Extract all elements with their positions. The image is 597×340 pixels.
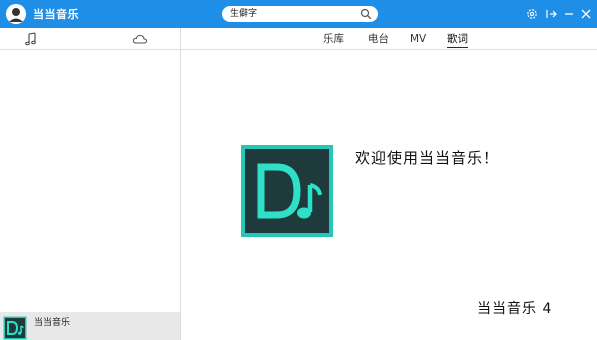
search-input[interactable]: 生僻字 xyxy=(230,7,257,21)
version-text: 当当音乐 4 xyxy=(477,301,553,317)
tab-mv[interactable]: MV xyxy=(410,32,426,46)
now-playing-bar[interactable]: 当当音乐 xyxy=(0,312,180,340)
app-title: 当当音乐 xyxy=(33,8,79,21)
user-avatar[interactable] xyxy=(6,4,26,24)
tab-radio[interactable]: 电台 xyxy=(368,32,389,46)
main-panel: 欢迎使用当当音乐！ 当当音乐 4 xyxy=(181,50,597,340)
sidebar xyxy=(0,50,180,340)
mini-mode-icon[interactable] xyxy=(544,7,558,21)
settings-icon[interactable] xyxy=(525,7,539,21)
minimize-icon[interactable] xyxy=(562,7,576,21)
now-playing-title: 当当音乐 xyxy=(34,318,71,328)
close-icon[interactable] xyxy=(579,7,593,21)
welcome-text: 欢迎使用当当音乐！ xyxy=(355,149,500,167)
cloud-icon[interactable] xyxy=(132,32,148,46)
now-playing-logo-icon xyxy=(3,316,27,340)
search-box[interactable]: 生僻字 xyxy=(222,6,378,22)
tab-library[interactable]: 乐库 xyxy=(323,32,344,46)
title-bar: 当当音乐 生僻字 xyxy=(0,0,597,28)
tab-bar: 乐库 电台 MV 歌词 xyxy=(0,28,597,50)
dangdang-music-logo-icon xyxy=(241,145,333,237)
tab-lyrics[interactable]: 歌词 xyxy=(447,32,468,48)
music-note-icon[interactable] xyxy=(24,32,38,46)
search-icon[interactable] xyxy=(360,8,372,20)
